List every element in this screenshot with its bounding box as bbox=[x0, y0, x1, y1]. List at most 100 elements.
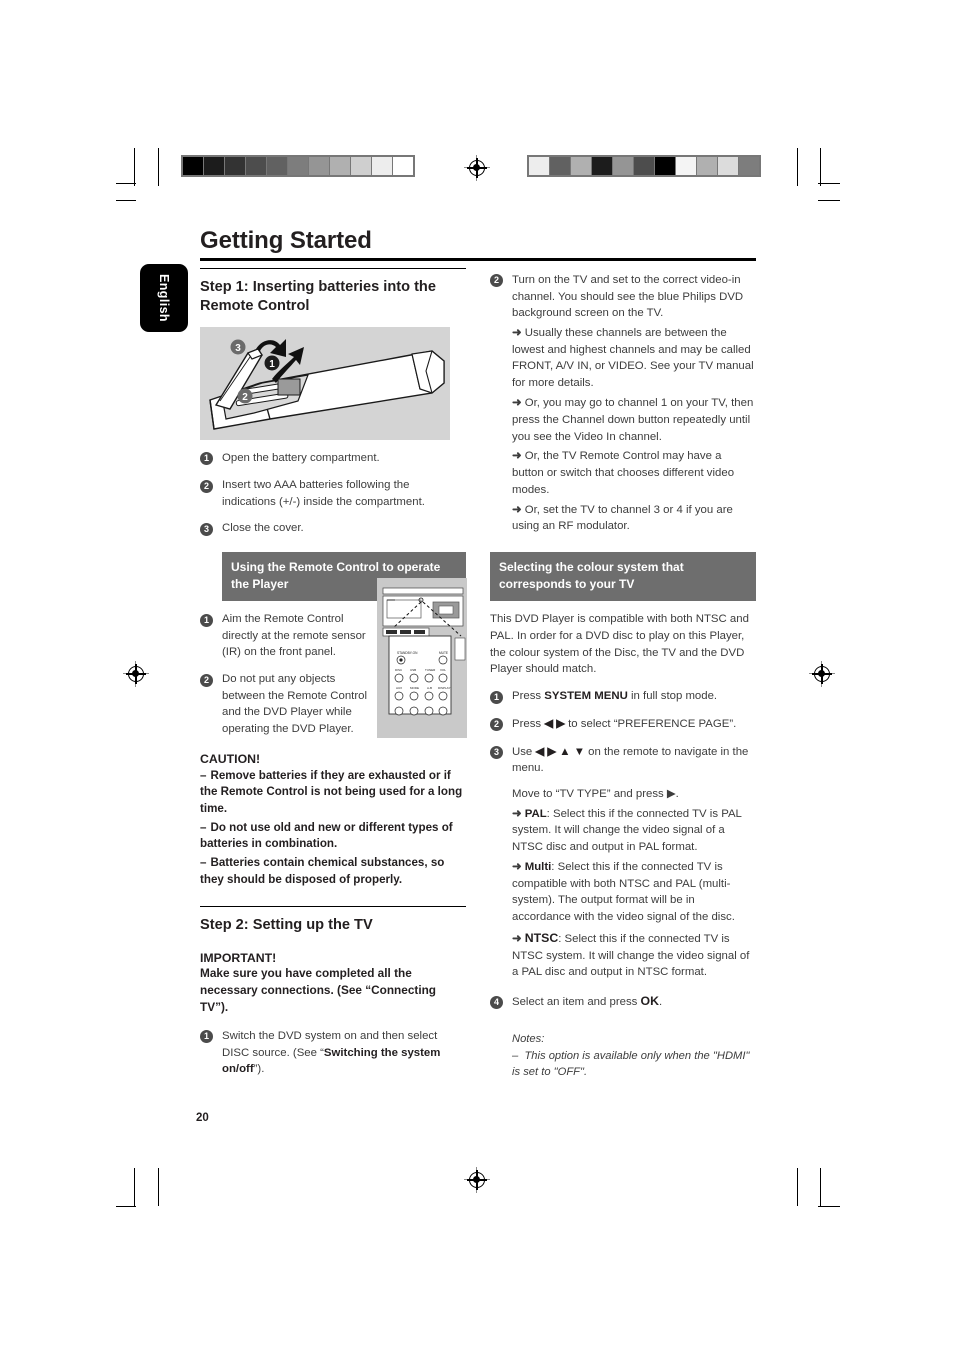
arrow-item: ➜ Or, set the TV to channel 3 or 4 if yo… bbox=[512, 502, 756, 536]
step-text-suffix: . bbox=[658, 996, 663, 1009]
svg-text:AUX: AUX bbox=[396, 686, 402, 690]
right-column: 2 Turn on the TV and set to the correct … bbox=[490, 272, 756, 1081]
tv-type-option-desc: : Select this if the connected TV is PAL… bbox=[512, 807, 742, 854]
arrow-item-text: Usually these channels are between the l… bbox=[512, 326, 754, 390]
step-number: 2 bbox=[200, 477, 217, 510]
step-number: 1 bbox=[490, 688, 507, 706]
language-tab: English bbox=[140, 264, 188, 332]
step-text: Press ◀ ▶ to select “PREFERENCE PAGE”. bbox=[512, 716, 756, 734]
caution-item-text: Remove batteries if they are exhausted o… bbox=[200, 768, 463, 815]
front-panel-illustration: STANDBY-ON MUTE DISC USB TUNER VOL AUX M… bbox=[377, 578, 467, 738]
svg-text:VOL: VOL bbox=[440, 668, 446, 672]
caution-title: CAUTION! bbox=[200, 751, 261, 766]
svg-text:TUNER: TUNER bbox=[425, 668, 436, 672]
colour-system-heading: Selecting the colour system that corresp… bbox=[490, 552, 756, 602]
step-number: 3 bbox=[490, 744, 507, 777]
language-tab-label: English bbox=[157, 274, 171, 322]
list-item: 4 Select an item and press OK. bbox=[490, 993, 756, 1011]
tv-type-option-label: PAL bbox=[524, 807, 547, 820]
step-text: Use ◀ ▶ ▲ ▼ on the remote to navigate in… bbox=[512, 744, 756, 777]
svg-text:1: 1 bbox=[269, 359, 275, 370]
notes-item-text: This option is available only when the "… bbox=[512, 1049, 750, 1079]
step-text-bold: SYSTEM MENU bbox=[544, 690, 628, 703]
caution-item-text: Batteries contain chemical substances, s… bbox=[200, 856, 445, 886]
step-text: Aim the Remote Control directly at the r… bbox=[222, 613, 366, 659]
important-title: IMPORTANT! bbox=[200, 950, 277, 965]
list-item: 3 Use ◀ ▶ ▲ ▼ on the remote to navigate … bbox=[490, 744, 756, 777]
list-item: 1 Aim the Remote Control directly at the… bbox=[200, 611, 372, 661]
arrow-item-text: Or, the TV Remote Control may have a but… bbox=[512, 450, 735, 496]
arrow-icon: ➜ bbox=[512, 450, 525, 463]
step-number: 1 bbox=[200, 611, 217, 661]
arrow-icon: ➜ bbox=[512, 807, 525, 820]
list-item: 2 Insert two AAA batteries following the… bbox=[200, 477, 466, 510]
step-text-suffix: to select “PREFERENCE PAGE”. bbox=[564, 717, 737, 730]
step-text: Select an item and press OK. bbox=[512, 993, 756, 1011]
remote-control-illustration: 3 1 2 bbox=[209, 338, 445, 430]
remote-control-battery-figure: 3 1 2 bbox=[200, 326, 450, 440]
important-text: Make sure you have completed all the nec… bbox=[200, 965, 437, 1014]
svg-text:DISC: DISC bbox=[395, 668, 403, 672]
list-item: 2 Do not put any objects between the Rem… bbox=[200, 671, 372, 738]
arrow-item-text: Or, you may go to channel 1 on your TV, … bbox=[512, 396, 754, 443]
caution-item: – Do not use old and new or different typ… bbox=[200, 820, 453, 851]
arrow-item-text: Or, set the TV to channel 3 or 4 if you … bbox=[512, 503, 733, 533]
notes-block: Notes: – This option is available only w… bbox=[512, 1031, 756, 1080]
step-number: 3 bbox=[200, 520, 217, 538]
step-text-prefix: Select an item and press bbox=[512, 996, 641, 1009]
direction-pad-icon: ◀ ▶ ▲ ▼ bbox=[535, 745, 585, 758]
list-item: 2 Turn on the TV and set to the correct … bbox=[490, 272, 756, 322]
step-text: Insert two AAA batteries following the i… bbox=[222, 479, 425, 508]
step-text: Turn on the TV and set to the correct vi… bbox=[512, 272, 756, 322]
figure-callout-2: 2 bbox=[237, 388, 253, 403]
svg-text:2: 2 bbox=[242, 392, 248, 403]
step-text: Do not put any objects between the Remot… bbox=[222, 673, 367, 735]
caution-item-text: Do not use old and new or different type… bbox=[200, 820, 453, 851]
tv-type-option-label: Multi bbox=[524, 860, 552, 873]
arrow-icon: ➜ bbox=[512, 326, 525, 339]
step-text-prefix: Use bbox=[512, 745, 536, 758]
caution-item: – Batteries contain chemical substances, … bbox=[200, 856, 445, 886]
arrow-icon: ➜ bbox=[512, 860, 525, 873]
arrow-icon: ➜ bbox=[512, 396, 525, 409]
tv-type-option: ➜ NTSC: Select this if the connected TV … bbox=[512, 929, 756, 981]
caution-item: – Remove batteries if they are exhausted … bbox=[200, 768, 463, 815]
step-number: 2 bbox=[200, 671, 217, 738]
move-to-tv-type-text: Move to “TV TYPE” and press ▶. bbox=[512, 787, 679, 800]
step-text: Open the battery compartment. bbox=[222, 451, 380, 464]
page-number: 20 bbox=[196, 1112, 209, 1124]
svg-text:3: 3 bbox=[235, 343, 241, 354]
step-number: 2 bbox=[490, 716, 507, 734]
arrow-icon: ➜ bbox=[512, 503, 525, 516]
page-content: English Getting Started Step 1: Insertin… bbox=[0, 0, 954, 1351]
step-number: 4 bbox=[490, 993, 507, 1011]
svg-text:A-B: A-B bbox=[427, 686, 432, 690]
dvd-player-front-panel-figure: STANDBY-ON MUTE DISC USB TUNER VOL AUX M… bbox=[377, 578, 467, 738]
step-text-suffix: in full stop mode. bbox=[627, 690, 718, 703]
list-item: 1 Press SYSTEM MENU in full stop mode. bbox=[490, 688, 756, 706]
direction-pad-icon: ◀ ▶ bbox=[544, 717, 565, 730]
arrow-item: ➜ Or, the TV Remote Control may have a b… bbox=[512, 448, 756, 498]
notes-item: – This option is available only when the… bbox=[512, 1048, 756, 1081]
step-number: 1 bbox=[200, 450, 217, 468]
arrow-icon: ➜ bbox=[512, 932, 525, 945]
tv-type-option: ➜ PAL: Select this if the connected TV i… bbox=[512, 806, 756, 856]
step-number: 2 bbox=[490, 272, 507, 322]
list-item: 1 Open the battery compartment. bbox=[200, 450, 466, 468]
svg-text:MUTE: MUTE bbox=[439, 651, 448, 655]
figure-callout-3: 3 bbox=[230, 339, 246, 354]
notes-dash: – bbox=[512, 1049, 525, 1062]
ok-button-label: OK bbox=[640, 994, 659, 1009]
step-number: 1 bbox=[200, 1028, 217, 1078]
tv-type-option: ➜ Multi: Select this if the connected TV… bbox=[512, 859, 756, 926]
step-text-body: Turn on the TV and set to the correct vi… bbox=[512, 274, 744, 320]
list-item: 3 Close the cover. bbox=[200, 520, 466, 538]
step-text-prefix: Press bbox=[512, 690, 545, 703]
svg-text:MODE: MODE bbox=[410, 686, 419, 690]
list-item: 1 Switch the DVD system on and then sele… bbox=[200, 1028, 466, 1078]
svg-text:STANDBY-ON: STANDBY-ON bbox=[397, 651, 418, 655]
step2-heading: Step 2: Setting up the TV bbox=[200, 906, 466, 935]
page-title: Getting Started bbox=[200, 227, 372, 254]
step-text: Press SYSTEM MENU in full stop mode. bbox=[512, 688, 756, 706]
step-text: Close the cover. bbox=[222, 522, 304, 535]
